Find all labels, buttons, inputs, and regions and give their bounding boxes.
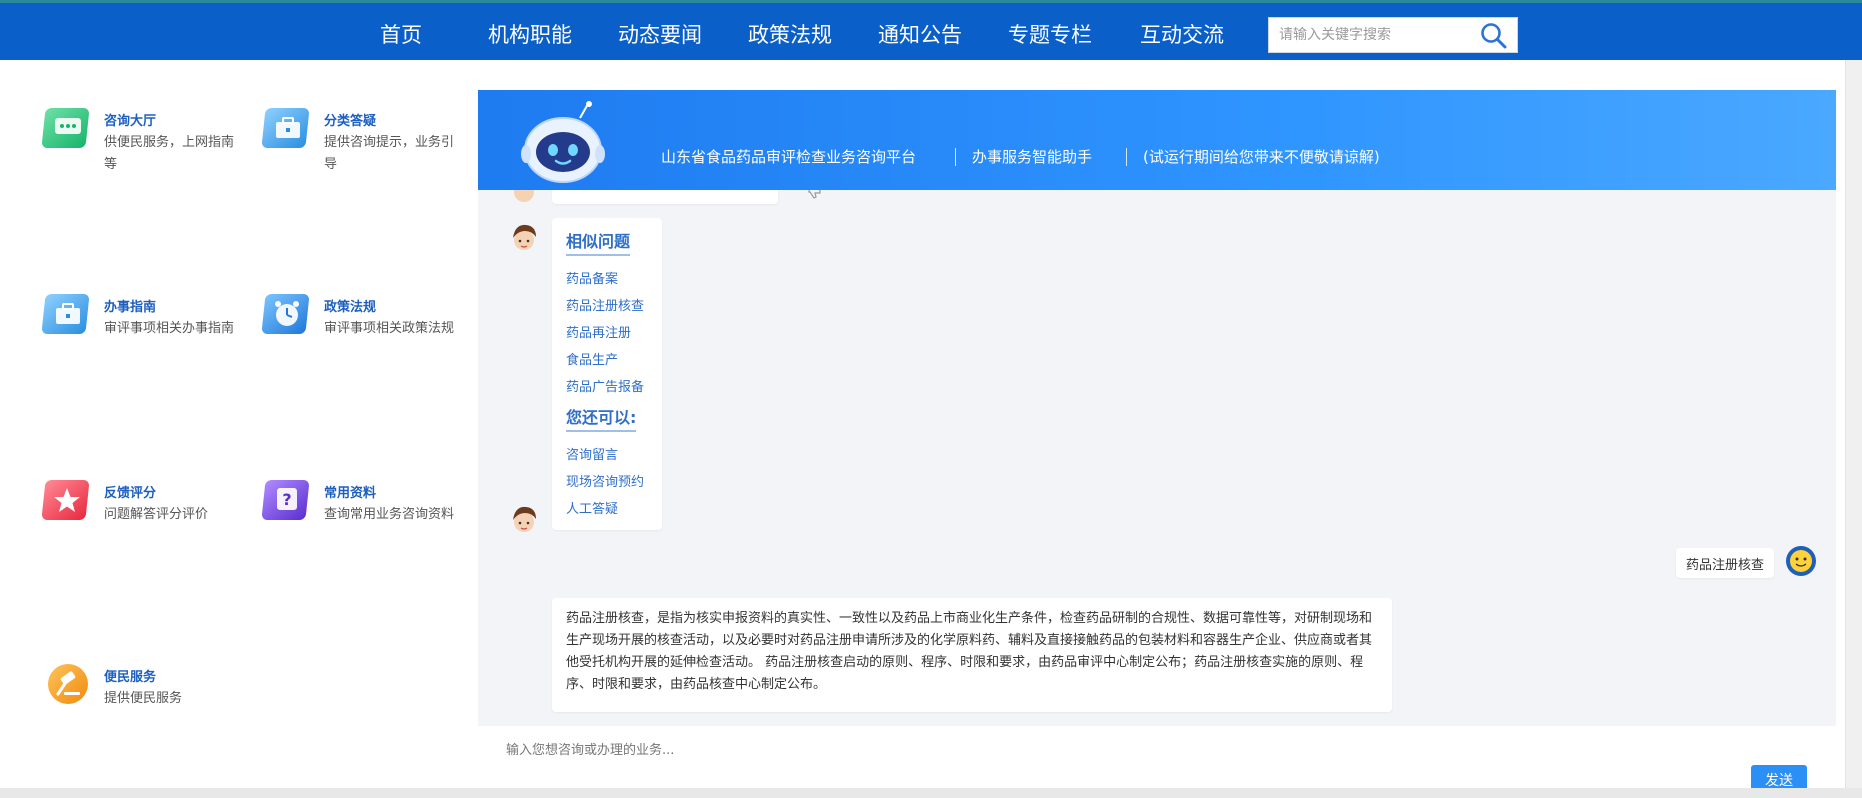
briefcase-icon — [42, 294, 89, 334]
nav-home[interactable]: 首页 — [380, 19, 422, 49]
service-title: 咨询大厅 — [104, 114, 157, 129]
search-input[interactable] — [1269, 18, 1469, 52]
header-notice: (试运行期间给您带来不便敬请谅解) — [1143, 148, 1380, 166]
service-policy[interactable]: 政策法规 审评事项相关政策法规 — [262, 290, 472, 370]
robot-assistant-icon — [521, 101, 605, 183]
user-avatar-icon — [1786, 546, 1816, 576]
service-feedback[interactable]: 反馈评分 问题解答评分评价 — [42, 476, 252, 556]
service-category-qa[interactable]: 分类答疑 提供咨询提示，业务引导 — [262, 104, 472, 184]
service-desc: 审评事项相关办事指南 — [104, 321, 235, 336]
chat-header: 山东省食品药品审评检查业务咨询平台 办事服务智能助手 (试运行期间给您带来不便敬… — [478, 90, 1836, 190]
nav-institution[interactable]: 机构职能 — [488, 19, 572, 49]
similar-link-drug-filing[interactable]: 药品备案 — [566, 268, 618, 287]
question-doc-icon: ? — [262, 480, 309, 520]
briefcase-icon — [262, 108, 309, 148]
also-link-leave-message[interactable]: 咨询留言 — [566, 444, 618, 463]
service-desc: 提供便民服务 — [104, 691, 183, 706]
similar-link-food-production[interactable]: 食品生产 — [566, 349, 618, 368]
search-icon[interactable] — [1479, 21, 1509, 51]
similar-link-ad-filing[interactable]: 药品广告报备 — [566, 376, 644, 395]
search-box — [1268, 17, 1518, 53]
hammer-icon — [48, 664, 88, 704]
nav-news[interactable]: 动态要闻 — [618, 19, 702, 49]
service-title: 办事指南 — [104, 300, 157, 315]
service-desc: 问题解答评分评价 — [104, 507, 209, 522]
chat-panel: 山东省食品药品审评检查业务咨询平台 办事服务智能助手 (试运行期间给您带来不便敬… — [478, 90, 1836, 798]
suggestions-bubble: 相似问题 药品备案 药品注册核查 药品再注册 食品生产 药品广告报备 您还可以:… — [552, 218, 662, 530]
svg-text:?: ? — [282, 490, 291, 509]
answer-bubble: 药品注册核查，是指为核实申报资料的真实性、一致性以及药品上市商业化生产条件，检查… — [552, 598, 1392, 712]
service-convenience[interactable]: 便民服务 提供便民服务 — [42, 660, 252, 740]
also-can-title: 您还可以: — [566, 404, 637, 432]
chat-window-icon — [42, 108, 89, 148]
header-divider — [955, 148, 956, 166]
service-title: 反馈评分 — [104, 486, 157, 501]
service-desc: 提供咨询提示，业务引导 — [324, 135, 455, 172]
platform-title: 山东省食品药品审评检查业务咨询平台 — [661, 148, 917, 166]
service-title: 常用资料 — [324, 486, 377, 501]
service-guide[interactable]: 办事指南 审评事项相关办事指南 — [42, 290, 252, 370]
star-icon — [42, 480, 89, 520]
service-materials[interactable]: ? 常用资料 查询常用业务咨询资料 — [262, 476, 472, 556]
service-desc: 查询常用业务咨询资料 — [324, 507, 455, 522]
service-desc: 审评事项相关政策法规 — [324, 321, 455, 336]
service-title: 分类答疑 — [324, 114, 377, 129]
header-divider — [1126, 148, 1127, 166]
scrollbar-track[interactable] — [1845, 60, 1862, 798]
assistant-avatar-icon — [513, 224, 536, 250]
also-link-manual-qa[interactable]: 人工答疑 — [566, 498, 618, 517]
assistant-avatar-icon — [513, 506, 536, 532]
similar-questions-title: 相似问题 — [566, 228, 631, 256]
nav-notice[interactable]: 通知公告 — [878, 19, 962, 49]
bottom-edge — [0, 788, 1862, 798]
chat-input[interactable] — [506, 738, 1706, 762]
nav-interaction[interactable]: 互动交流 — [1140, 19, 1224, 49]
user-message-text: 药品注册核查 — [1686, 558, 1765, 573]
alarm-clock-icon — [262, 294, 309, 334]
similar-link-registration-inspection[interactable]: 药品注册核查 — [566, 295, 644, 314]
answer-text: 药品注册核查，是指为核实申报资料的真实性、一致性以及药品上市商业化生产条件，检查… — [566, 611, 1373, 692]
user-message-bubble: 药品注册核查 — [1676, 548, 1774, 578]
assistant-title: 办事服务智能助手 — [972, 148, 1093, 166]
service-consult-hall[interactable]: 咨询大厅 供便民服务，上网指南等 — [42, 104, 252, 184]
service-desc: 供便民服务，上网指南等 — [104, 135, 235, 172]
nav-policy[interactable]: 政策法规 — [748, 19, 832, 49]
nav-special[interactable]: 专题专栏 — [1008, 19, 1092, 49]
top-nav-bar: 首页 机构职能 动态要闻 政策法规 通知公告 专题专栏 互动交流 — [0, 0, 1862, 60]
service-title: 便民服务 — [104, 670, 157, 685]
service-title: 政策法规 — [324, 300, 377, 315]
similar-link-re-registration[interactable]: 药品再注册 — [566, 322, 631, 341]
also-link-onsite-appointment[interactable]: 现场咨询预约 — [566, 471, 644, 490]
